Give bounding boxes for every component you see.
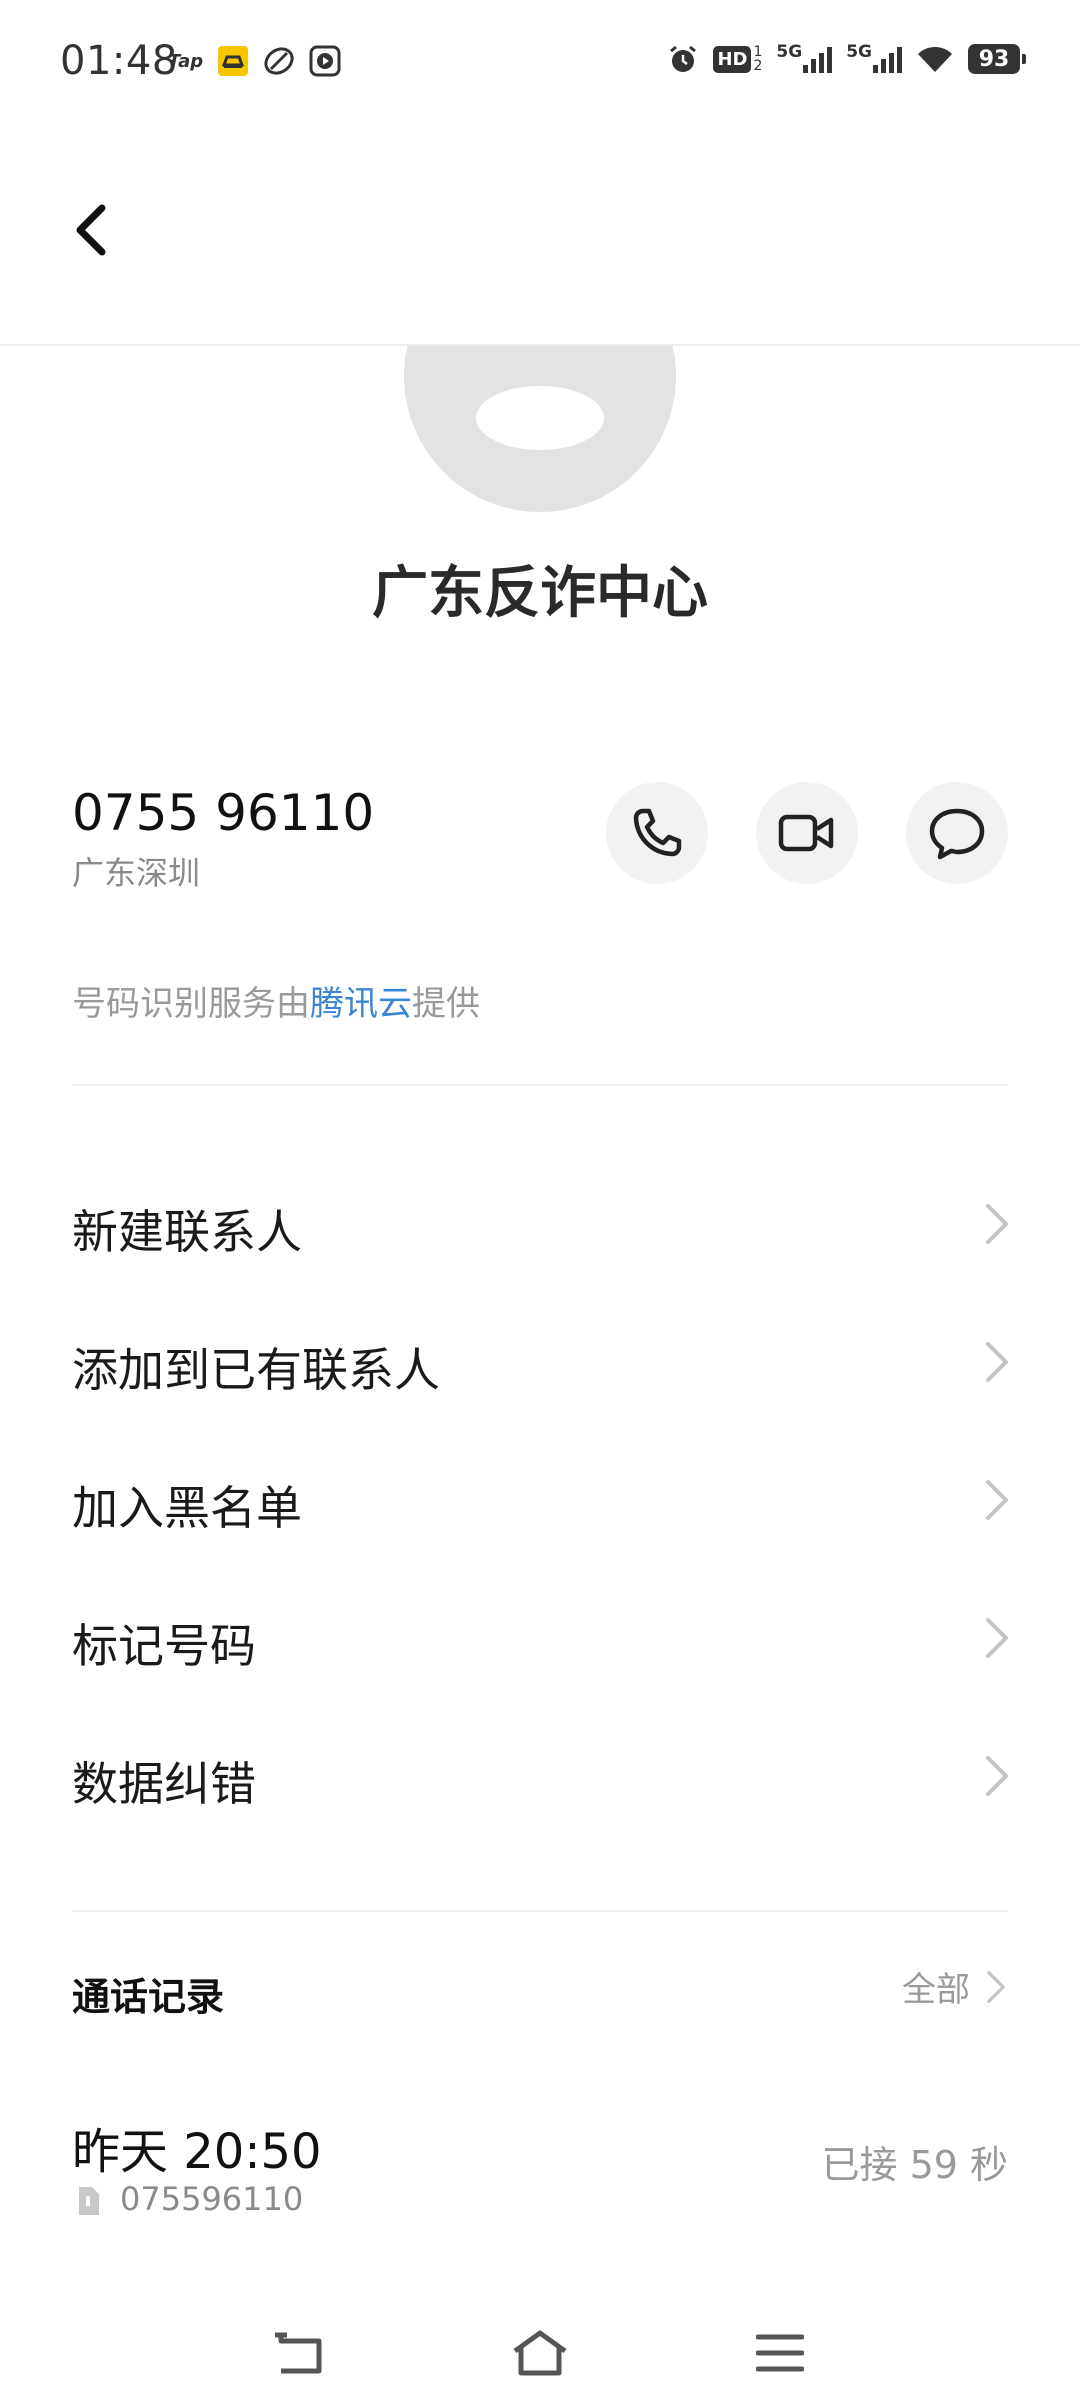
return-icon	[275, 2332, 322, 2374]
chevron-right-icon	[986, 1618, 1008, 1658]
chevron-left-icon	[76, 204, 106, 256]
nav-home-button[interactable]	[510, 2326, 570, 2380]
menu-item-add-to-existing[interactable]: 添加到已有联系人	[0, 1298, 1080, 1428]
menu-item-label: 添加到已有联系人	[72, 1343, 440, 1397]
phone-icon	[633, 808, 682, 857]
alarm-icon	[667, 42, 699, 76]
menu-item-block[interactable]: 加入黑名单	[0, 1436, 1080, 1566]
nav-menu-button[interactable]	[750, 2326, 810, 2380]
number-id-service-note: 号码识别服务由腾讯云提供	[72, 976, 480, 1025]
play-app-icon	[309, 44, 341, 78]
notification-icons: Tap	[168, 44, 341, 78]
chevron-right-icon	[986, 1480, 1008, 1520]
call-log-title: 通话记录	[72, 1975, 225, 2019]
message-bubble-icon	[929, 808, 985, 860]
call-log-all-button[interactable]: 全部	[902, 1962, 1008, 2011]
call-button[interactable]	[606, 782, 708, 884]
menu-item-new-contact[interactable]: 新建联系人	[0, 1160, 1080, 1290]
menu-item-label: 新建联系人	[72, 1205, 302, 1259]
phone-number: 0755 96110	[72, 784, 375, 842]
tap-icon: Tap	[168, 50, 204, 72]
top-app-bar	[0, 120, 1080, 346]
call-log-number: 075596110	[120, 2180, 304, 2218]
navigation-bar	[0, 2300, 1080, 2400]
id-service-brand-link[interactable]: 腾讯云	[310, 984, 412, 1024]
car-app-icon	[217, 44, 249, 78]
chevron-right-icon	[986, 1756, 1008, 1796]
contact-name: 广东反诈中心	[372, 561, 708, 626]
chevron-right-icon	[986, 1342, 1008, 1382]
call-log-status: 已接 59 秒	[821, 2143, 1008, 2187]
number-location: 广东深圳	[72, 854, 201, 892]
system-icons: HD 12 5G 5G 93	[667, 42, 1026, 76]
nav-back-button[interactable]	[270, 2326, 330, 2380]
signal-5g-icon: 5G	[846, 42, 902, 76]
id-service-prefix: 号码识别服务由	[72, 984, 310, 1024]
menu-item-label: 数据纠错	[72, 1757, 256, 1811]
video-call-button[interactable]	[756, 782, 858, 884]
id-service-suffix: 提供	[412, 984, 480, 1024]
divider	[72, 1084, 1008, 1086]
leaf-app-icon	[263, 44, 295, 78]
menu-item-mark-number[interactable]: 标记号码	[0, 1574, 1080, 1704]
wifi-icon	[916, 42, 954, 76]
menu-item-label: 加入黑名单	[72, 1481, 302, 1535]
signal-5g-icon: 5G	[776, 42, 833, 76]
menu-item-label: 标记号码	[72, 1619, 256, 1673]
sim-card-icon	[79, 2187, 99, 2215]
back-button[interactable]	[52, 190, 132, 270]
message-button[interactable]	[906, 782, 1008, 884]
status-bar: 01:48 Tap HD 12 5G 5G 93	[0, 0, 1080, 120]
hd-icon: HD 12	[713, 42, 762, 76]
call-log-time: 昨天 20:50	[72, 2124, 322, 2180]
menu-icon	[756, 2334, 804, 2372]
menu-item-data-correction[interactable]: 数据纠错	[0, 1712, 1080, 1842]
home-icon	[513, 2330, 567, 2376]
chevron-right-icon	[987, 1970, 1005, 2003]
chevron-right-icon	[986, 1204, 1008, 1244]
divider	[72, 1910, 1008, 1912]
call-log-all-label: 全部	[902, 1970, 970, 2010]
battery-icon: 93	[968, 44, 1026, 74]
status-time: 01:48	[60, 38, 178, 84]
video-camera-icon	[778, 814, 834, 852]
